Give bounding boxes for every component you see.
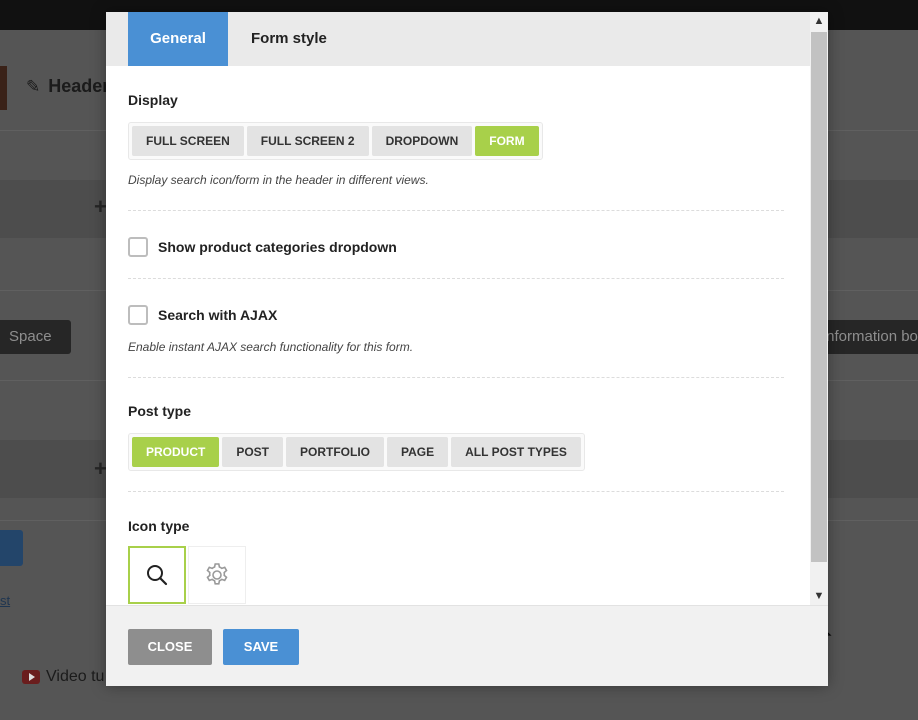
chevron-up-icon[interactable]: ▲: [810, 12, 828, 30]
display-option-dropdown[interactable]: DROPDOWN: [371, 126, 473, 156]
post-type-page[interactable]: PAGE: [387, 437, 449, 467]
ajax-search-option[interactable]: Search with AJAX: [128, 305, 277, 325]
post-type-label: Post type: [128, 403, 192, 419]
youtube-icon: [22, 670, 40, 684]
modal-scrollbar[interactable]: ▲ ▼: [810, 12, 828, 605]
icon-option-search[interactable]: [128, 546, 186, 604]
section-divider: [128, 210, 784, 211]
post-type-post[interactable]: POST: [222, 437, 284, 467]
pencil-icon: ✎: [26, 76, 41, 96]
section-divider: [128, 377, 784, 378]
icon-option-gear[interactable]: [188, 546, 246, 604]
gear-icon: [206, 563, 228, 585]
search-icon: [147, 565, 168, 586]
ajax-search-hint: Enable instant AJAX search functionality…: [128, 340, 414, 354]
background-button: [0, 530, 23, 566]
close-button[interactable]: CLOSE: [128, 629, 212, 665]
tab-form-style[interactable]: Form style: [251, 12, 341, 66]
categories-dropdown-label: Show product categories dropdown: [158, 239, 397, 255]
background-header-title: ✎ Header: [26, 76, 109, 97]
background-header-label: Header: [48, 76, 110, 96]
plus-icon: +: [94, 456, 107, 481]
ajax-search-checkbox[interactable]: [128, 305, 148, 325]
modal-footer: CLOSE SAVE: [106, 605, 828, 686]
chevron-down-icon[interactable]: ▼: [810, 587, 828, 605]
icon-type-options: [128, 546, 246, 604]
display-options: FULL SCREEN FULL SCREEN 2 DROPDOWN FORM: [128, 122, 543, 160]
background-space-element: Space: [0, 320, 71, 354]
section-divider: [128, 491, 784, 492]
display-option-full-screen[interactable]: FULL SCREEN: [132, 126, 244, 156]
background-thumbnail: [0, 66, 7, 110]
background-link: st: [0, 593, 11, 608]
display-option-full-screen-2[interactable]: FULL SCREEN 2: [246, 126, 369, 156]
scrollbar-thumb[interactable]: [811, 32, 827, 562]
background-information-box: Information box: [818, 320, 918, 354]
ajax-search-label: Search with AJAX: [158, 307, 278, 323]
categories-dropdown-checkbox[interactable]: [128, 237, 148, 257]
display-hint: Display search icon/form in the header i…: [128, 173, 429, 187]
post-type-portfolio[interactable]: PORTFOLIO: [286, 437, 385, 467]
background-video-label: Video tu: [46, 668, 105, 685]
modal-tabs: General Form style: [106, 12, 810, 66]
tab-general[interactable]: General: [128, 12, 228, 66]
categories-dropdown-option[interactable]: Show product categories dropdown: [128, 237, 397, 257]
background-video-tutorial: Video tu: [22, 668, 104, 686]
modal-content: Display FULL SCREEN FULL SCREEN 2 DROPDO…: [106, 66, 810, 605]
plus-icon: +: [94, 194, 107, 219]
post-type-options: PRODUCT POST PORTFOLIO PAGE ALL POST TYP…: [128, 433, 585, 471]
post-type-all[interactable]: ALL POST TYPES: [451, 437, 581, 467]
section-divider: [128, 278, 784, 279]
icon-type-label: Icon type: [128, 518, 190, 534]
display-label: Display: [128, 92, 178, 108]
display-option-form[interactable]: FORM: [475, 126, 539, 156]
search-settings-modal: General Form style Display FULL SCREEN F…: [106, 12, 828, 686]
post-type-product[interactable]: PRODUCT: [132, 437, 220, 467]
save-button[interactable]: SAVE: [223, 629, 299, 665]
